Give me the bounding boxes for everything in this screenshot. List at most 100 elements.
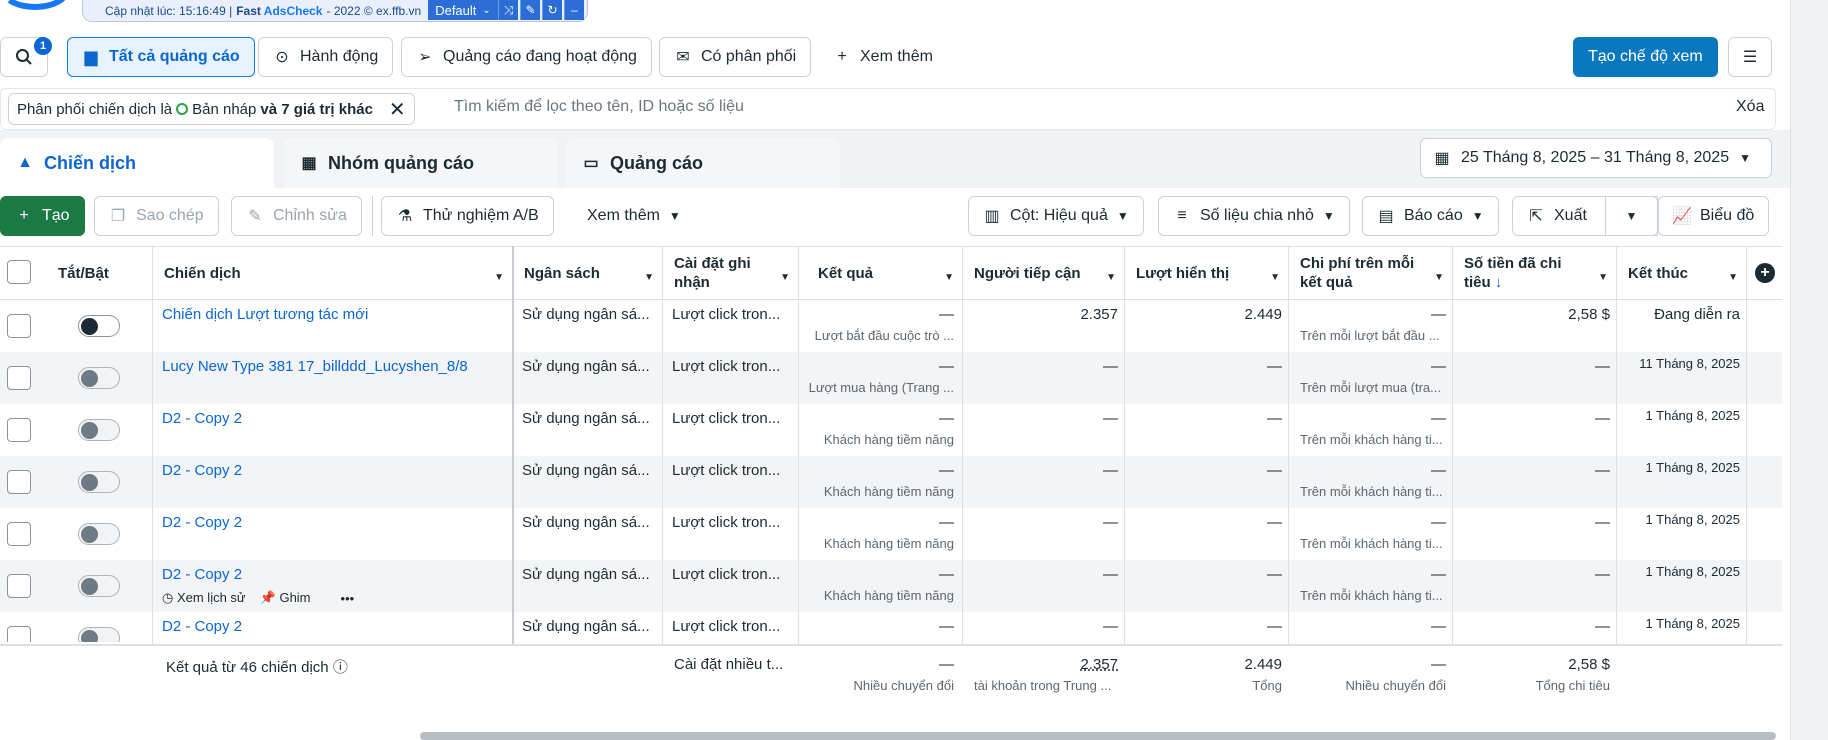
- shuffle-icon[interactable]: ⤨: [498, 0, 518, 20]
- col-budget[interactable]: Ngân sách ▼: [514, 246, 662, 300]
- table-row[interactable]: D2 - Copy 2 Sử dụng ngân sá... Lượt click …: [0, 612, 1782, 642]
- see-more-button[interactable]: + Xem thêm: [818, 37, 948, 77]
- spent-cell: —: [1595, 566, 1610, 583]
- campaign-toggle[interactable]: [78, 523, 120, 545]
- filter-search-input[interactable]: Tìm kiếm để lọc theo tên, ID hoặc số liệ…: [454, 98, 744, 116]
- col-cost-per-result[interactable]: Chi phí trên mỗi kết quả ▼: [1290, 246, 1452, 300]
- refresh-icon[interactable]: ↻: [542, 0, 562, 20]
- col-toggle[interactable]: Tắt/Bật: [48, 246, 152, 300]
- campaign-toggle[interactable]: [78, 471, 120, 493]
- active-ads-button[interactable]: ➢ Quảng cáo đang hoạt động: [401, 37, 652, 77]
- campaign-toggle[interactable]: [78, 627, 120, 642]
- campaign-name-link[interactable]: D2 - Copy 2: [162, 514, 502, 531]
- delivered-button[interactable]: ✉ Có phân phối: [659, 37, 812, 77]
- col-results[interactable]: Kết quả ▼: [808, 246, 962, 300]
- campaign-toggle[interactable]: [78, 367, 120, 389]
- table-row[interactable]: D2 - Copy 2 Sử dụng ngân sá... Lượt click …: [0, 456, 1782, 508]
- table-row[interactable]: D2 - Copy 2 Sử dụng ngân sá... Lượt click …: [0, 508, 1782, 560]
- logo-arc: [0, 0, 70, 10]
- filter-chip[interactable]: Phân phối chiến dịch là Bản nháp và 7 gi…: [8, 93, 415, 125]
- col-amount-spent[interactable]: Số tiền đã chi tiêu ↓ ▼: [1454, 246, 1616, 300]
- campaign-name-link[interactable]: Chiến dịch Lượt tương tác mới: [162, 306, 502, 323]
- report-icon: ▤: [1378, 208, 1394, 225]
- col-campaign[interactable]: Chiến dịch ▼: [154, 246, 512, 300]
- table-row[interactable]: D2 - Copy 2 Sử dụng ngân sá... Lượt click …: [0, 404, 1782, 456]
- close-icon[interactable]: ✕: [389, 97, 406, 122]
- ext-default-select[interactable]: Default ⌄: [428, 0, 498, 20]
- pin-link[interactable]: 📌 Ghim: [260, 590, 311, 606]
- reports-button[interactable]: ▤ Báo cáo ▼: [1362, 196, 1499, 236]
- all-ads-button[interactable]: ▆ Tất cả quảng cáo: [67, 37, 255, 77]
- date-range-picker[interactable]: ▦ 25 Tháng 8, 2025 – 31 Tháng 8, 2025 ▼: [1420, 138, 1772, 178]
- campaign-name-link[interactable]: D2 - Copy 2: [162, 618, 502, 635]
- campaign-toggle[interactable]: [78, 575, 120, 597]
- chart-icon: 📈: [1672, 208, 1692, 225]
- budget-cell: Sử dụng ngân sá...: [522, 306, 650, 323]
- row-checkbox[interactable]: [7, 574, 31, 598]
- col-impressions[interactable]: Lượt hiển thị ▼: [1126, 246, 1288, 300]
- col-attribution[interactable]: Cài đặt ghi nhận ▼: [664, 246, 798, 300]
- attribution-cell: Lượt click tron...: [672, 566, 781, 583]
- row-checkbox[interactable]: [7, 314, 31, 338]
- horizontal-scrollbar[interactable]: [420, 732, 1776, 740]
- add-column-icon[interactable]: +: [1755, 263, 1775, 283]
- results-sub: Lượt bắt đầu cuộc trò ...: [814, 328, 954, 343]
- budget-cell: Sử dụng ngân sá...: [522, 618, 650, 635]
- col-ends[interactable]: Kết thúc ▼: [1618, 246, 1746, 300]
- campaign-name-link[interactable]: Lucy New Type 381 17_billddd_Lucyshen_8/…: [162, 358, 502, 375]
- impressions-cell: —: [1267, 618, 1282, 635]
- actions-button[interactable]: ⊙ Hành động: [258, 37, 394, 77]
- more-actions-button[interactable]: Xem thêm ▼: [572, 196, 696, 236]
- spent-cell: —: [1595, 462, 1610, 479]
- footer-reach[interactable]: 2.357: [972, 656, 1118, 673]
- campaign-name-link[interactable]: D2 - Copy 2: [162, 462, 502, 479]
- history-link[interactable]: ◷ Xem lịch sử: [162, 590, 246, 606]
- col-reach[interactable]: Người tiếp cận ▼: [964, 246, 1124, 300]
- chevron-down-icon: ▼: [1739, 151, 1751, 165]
- tab-ads[interactable]: ▭ Quảng cáo: [566, 138, 840, 188]
- clear-filter-link[interactable]: Xóa: [1736, 98, 1764, 116]
- tab-campaigns[interactable]: ▲ Chiến dịch: [0, 138, 274, 188]
- sort-caret-icon: ▼: [1598, 272, 1608, 283]
- select-all-checkbox[interactable]: [7, 260, 31, 284]
- export-dropdown-button[interactable]: ▼: [1605, 196, 1658, 236]
- cpr-sub: Trên mỗi khách hàng ti...: [1300, 588, 1443, 603]
- row-checkbox[interactable]: [7, 522, 31, 546]
- tab-ad-sets[interactable]: ▦ Nhóm quảng cáo: [284, 138, 558, 188]
- edit-icon[interactable]: ✎: [520, 0, 540, 20]
- campaign-toggle[interactable]: [78, 315, 120, 337]
- impressions-cell: —: [1267, 358, 1282, 375]
- create-view-button[interactable]: Tạo chế độ xem: [1573, 37, 1718, 77]
- more-icon[interactable]: •••: [341, 591, 355, 606]
- campaign-name-link[interactable]: D2 - Copy 2: [162, 566, 502, 583]
- columns-icon: ▥: [984, 208, 1000, 225]
- ends-cell: 1 Tháng 8, 2025: [1645, 460, 1740, 475]
- chevron-down-icon: ▼: [1471, 209, 1484, 223]
- table-row[interactable]: Lucy New Type 381 17_billddd_Lucyshen_8/…: [0, 352, 1782, 404]
- mail-icon: ✉: [676, 49, 690, 66]
- copy-button[interactable]: ❐ Sao chép: [94, 196, 219, 236]
- create-button[interactable]: + Tạo: [0, 196, 85, 236]
- row-checkbox[interactable]: [7, 470, 31, 494]
- results-sub: Khách hàng tiềm năng: [823, 432, 954, 447]
- view-settings-button[interactable]: ☰: [1728, 37, 1772, 77]
- row-checkbox[interactable]: [7, 418, 31, 442]
- row-checkbox[interactable]: [7, 366, 31, 390]
- footer-spent: 2,58 $: [1568, 656, 1610, 673]
- campaign-name-link[interactable]: D2 - Copy 2: [162, 410, 502, 427]
- ab-test-button[interactable]: ⚗ Thử nghiệm A/B: [381, 196, 554, 236]
- spent-cell: —: [1595, 410, 1610, 427]
- columns-button[interactable]: ▥ Cột: Hiệu quả ▼: [968, 196, 1144, 236]
- edit-button[interactable]: ✎ Chỉnh sửa: [231, 196, 362, 236]
- table-row[interactable]: Chiến dịch Lượt tương tác mới Sử dụng ngâ…: [0, 300, 1782, 352]
- sort-caret-icon: ▼: [644, 272, 654, 283]
- breakdown-button[interactable]: ≡ Số liệu chia nhỏ ▼: [1158, 196, 1350, 236]
- reach-cell: 2.357: [1080, 306, 1118, 323]
- campaign-toggle[interactable]: [78, 419, 120, 441]
- chart-button[interactable]: 📈 Biểu đồ: [1658, 196, 1770, 236]
- minimize-icon[interactable]: –: [564, 0, 584, 20]
- reach-cell: —: [1103, 566, 1118, 583]
- reach-cell: —: [1103, 410, 1118, 427]
- budget-cell: Sử dụng ngân sá...: [522, 358, 650, 375]
- row-checkbox[interactable]: [7, 626, 31, 642]
